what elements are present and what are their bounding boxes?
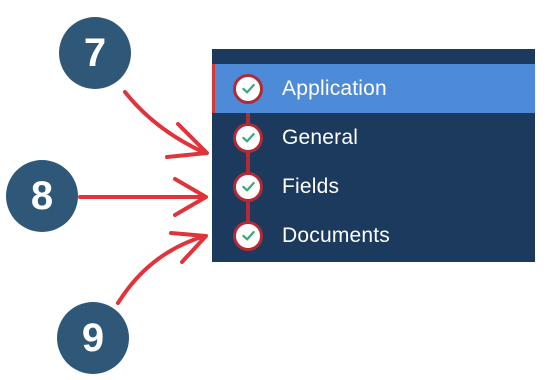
arrow-to-general-head — [165, 122, 209, 159]
check-icon — [233, 73, 263, 104]
check-icon — [233, 220, 263, 251]
step-label: Documents — [282, 223, 391, 247]
step-documents[interactable]: Documents — [212, 211, 535, 260]
stepper-panel: Application General Fields Documents — [212, 49, 535, 262]
check-icon — [233, 171, 263, 202]
step-label: General — [282, 125, 359, 149]
arrow-to-documents — [116, 234, 207, 305]
step-label: Application — [282, 76, 387, 100]
step-label: Fields — [282, 174, 340, 198]
step-general[interactable]: General — [212, 113, 535, 162]
check-icon — [233, 122, 263, 153]
step-fields[interactable]: Fields — [212, 162, 535, 211]
panel-header-strip — [212, 49, 535, 64]
step-application[interactable]: Application — [212, 64, 535, 113]
arrow-to-general — [123, 90, 207, 155]
